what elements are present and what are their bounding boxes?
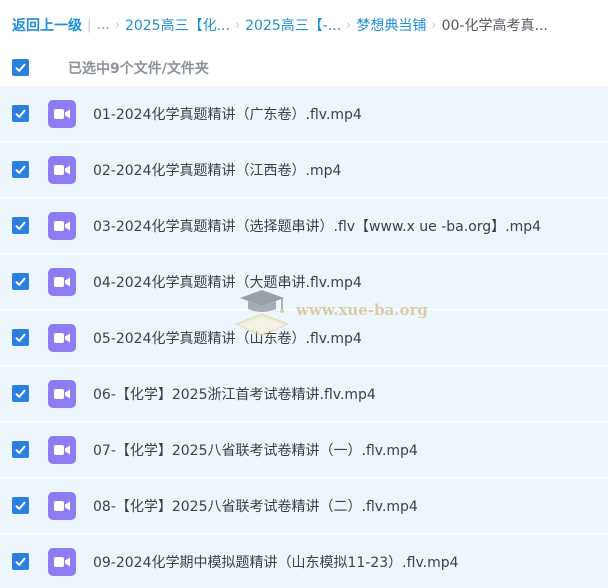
file-browser: 返回上一级 | ... › 2025高三【化... › 2025高三【-... … <box>0 0 608 588</box>
file-checkbox[interactable] <box>12 161 29 178</box>
video-icon <box>48 548 76 576</box>
check-icon <box>15 221 26 231</box>
selection-header: 已选中9个文件/文件夹 <box>0 50 608 86</box>
video-icon <box>48 324 76 352</box>
breadcrumb-item[interactable]: 2025高三【化... <box>125 15 230 35</box>
file-row[interactable]: 08-【化学】2025八省联考试卷精讲（二）.flv.mp4 <box>0 478 608 534</box>
file-row[interactable]: 03-2024化学真题精讲（选择题串讲）.flv【www.x ue -ba.or… <box>0 198 608 254</box>
check-icon <box>15 389 26 399</box>
check-icon <box>15 109 26 119</box>
selection-count: 已选中9个文件/文件夹 <box>68 61 209 77</box>
video-icon <box>48 436 76 464</box>
breadcrumb: 返回上一级 | ... › 2025高三【化... › 2025高三【-... … <box>0 0 608 50</box>
file-name[interactable]: 04-2024化学真题精讲（大题串讲.flv.mp4 <box>93 272 362 292</box>
select-all-checkbox[interactable] <box>12 59 29 76</box>
video-icon <box>48 380 76 408</box>
check-icon <box>15 165 26 175</box>
file-name[interactable]: 02-2024化学真题精讲（江西卷）.mp4 <box>93 160 341 180</box>
file-checkbox[interactable] <box>12 497 29 514</box>
file-name[interactable]: 09-2024化学期中模拟题精讲（山东模拟11-23）.flv.mp4 <box>93 552 459 572</box>
check-icon <box>15 501 26 511</box>
check-icon <box>15 557 26 567</box>
file-name[interactable]: 03-2024化学真题精讲（选择题串讲）.flv【www.x ue -ba.or… <box>93 216 541 236</box>
video-icon <box>48 156 76 184</box>
file-name[interactable]: 01-2024化学真题精讲（广东卷）.flv.mp4 <box>93 104 362 124</box>
file-checkbox[interactable] <box>12 105 29 122</box>
file-name[interactable]: 07-【化学】2025八省联考试卷精讲（一）.flv.mp4 <box>93 440 418 460</box>
file-name[interactable]: 06-【化学】2025浙江首考试卷精讲.flv.mp4 <box>93 384 376 404</box>
file-checkbox[interactable] <box>12 329 29 346</box>
breadcrumb-item[interactable]: 2025高三【-... <box>245 15 341 35</box>
file-checkbox[interactable] <box>12 553 29 570</box>
file-checkbox[interactable] <box>12 217 29 234</box>
back-link[interactable]: 返回上一级 <box>12 15 82 35</box>
file-row[interactable]: 07-【化学】2025八省联考试卷精讲（一）.flv.mp4 <box>0 422 608 478</box>
video-icon <box>48 212 76 240</box>
video-icon <box>48 268 76 296</box>
check-icon <box>15 277 26 287</box>
file-row[interactable]: 04-2024化学真题精讲（大题串讲.flv.mp4 <box>0 254 608 310</box>
file-checkbox[interactable] <box>12 441 29 458</box>
chevron-right-icon: › <box>234 17 241 33</box>
file-row[interactable]: 09-2024化学期中模拟题精讲（山东模拟11-23）.flv.mp4 <box>0 534 608 588</box>
file-checkbox[interactable] <box>12 273 29 290</box>
check-icon <box>15 445 26 455</box>
file-checkbox[interactable] <box>12 385 29 402</box>
file-row[interactable]: 06-【化学】2025浙江首考试卷精讲.flv.mp4 <box>0 366 608 422</box>
breadcrumb-current: 00-化学高考真... <box>441 18 548 34</box>
video-icon <box>48 100 76 128</box>
chevron-right-icon: › <box>431 17 437 33</box>
breadcrumb-item[interactable]: 梦想典当铺 <box>356 15 426 35</box>
file-row[interactable]: 05-2024化学真题精讲（山东卷）.flv.mp4 <box>0 310 608 366</box>
check-icon <box>15 63 26 73</box>
breadcrumb-separator: | <box>87 17 92 33</box>
chevron-right-icon: › <box>346 17 352 33</box>
file-name[interactable]: 08-【化学】2025八省联考试卷精讲（二）.flv.mp4 <box>93 496 418 516</box>
chevron-right-icon: › <box>114 17 120 33</box>
file-row[interactable]: 02-2024化学真题精讲（江西卷）.mp4 <box>0 142 608 198</box>
file-list: 01-2024化学真题精讲（广东卷）.flv.mp4 02-2024化学真题精讲（… <box>0 86 608 588</box>
file-name[interactable]: 05-2024化学真题精讲（山东卷）.flv.mp4 <box>93 328 362 348</box>
breadcrumb-ellipsis[interactable]: ... <box>96 17 109 33</box>
check-icon <box>15 333 26 343</box>
file-row[interactable]: 01-2024化学真题精讲（广东卷）.flv.mp4 <box>0 86 608 142</box>
video-icon <box>48 492 76 520</box>
